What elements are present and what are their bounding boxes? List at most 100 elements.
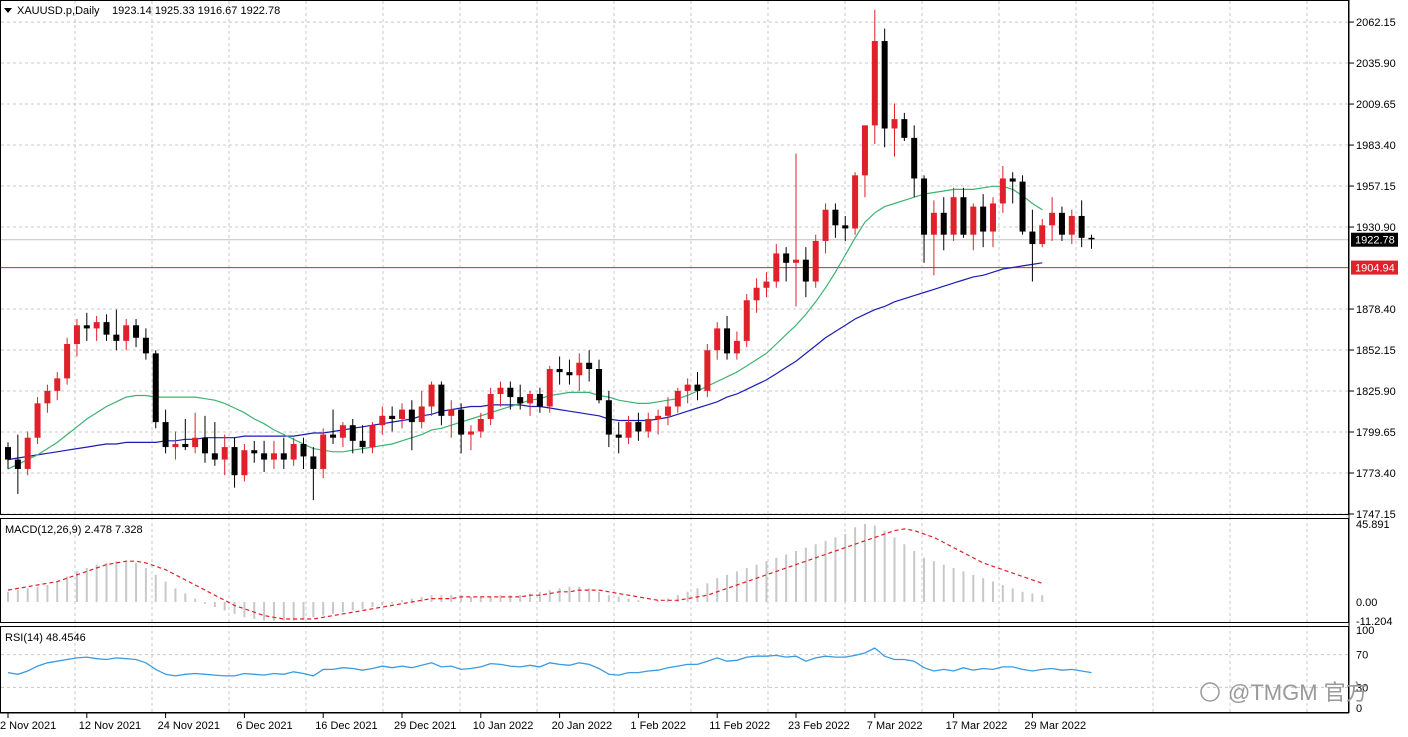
time-axis: 2 Nov 2021 12 Nov 2021 24 Nov 2021 6 Dec 20… (0, 713, 1086, 732)
candle (408, 400, 415, 451)
candle (182, 418, 189, 451)
price-panel-frame (0, 0, 1349, 515)
candle (743, 294, 750, 348)
candle (1029, 209, 1036, 282)
candle (369, 422, 376, 454)
candle (822, 203, 829, 254)
macd-signal (7, 528, 1043, 620)
candle (576, 353, 583, 391)
candle (133, 319, 140, 348)
candle (783, 247, 790, 282)
candle (960, 187, 967, 238)
trading-chart[interactable]: 2062.15 2035.90 2009.65 1983.40 1957.15 1930.… (0, 0, 1408, 737)
candle (270, 440, 277, 469)
time-tick-label: 23 Feb 2022 (788, 720, 850, 732)
candle (142, 328, 149, 360)
price-tick-label: 1799.65 (1356, 427, 1396, 439)
candle (192, 412, 199, 454)
candle (763, 272, 770, 298)
candle (645, 412, 652, 438)
candle (615, 422, 622, 454)
candle (251, 440, 258, 463)
candle (881, 28, 888, 148)
grid (1, 1, 1348, 713)
candle (901, 112, 908, 141)
candle (950, 187, 957, 241)
candle (487, 387, 494, 426)
candle (684, 378, 691, 404)
candle (546, 365, 553, 413)
candle (871, 9, 878, 145)
candle (93, 315, 100, 341)
time-tick-label: 10 Jan 2022 (473, 720, 534, 732)
candle (773, 244, 780, 288)
time-tick-label: 29 Dec 2021 (394, 720, 456, 732)
watermark-text: @TMGM 官方 (1228, 680, 1368, 705)
candle (64, 337, 71, 385)
candle (635, 412, 642, 441)
dropdown-triangle-icon[interactable] (4, 8, 12, 13)
candle (1068, 209, 1075, 245)
time-tick-label: 12 Nov 2021 (79, 720, 141, 732)
candle (152, 350, 159, 429)
candle (999, 165, 1006, 213)
current-price-label: 1922.78 (1355, 235, 1395, 247)
candle (418, 390, 425, 429)
macd-label: MACD(12,26,9) 2.478 7.328 (5, 524, 143, 536)
time-tick-label: 7 Mar 2022 (867, 720, 923, 732)
candle (527, 390, 534, 416)
time-tick-label: 29 Mar 2022 (1024, 720, 1086, 732)
time-tick-label: 17 Mar 2022 (946, 720, 1008, 732)
candle (261, 440, 268, 473)
time-tick-label: 1 Feb 2022 (630, 720, 686, 732)
macd-panel-frame (0, 518, 1349, 623)
candle (497, 381, 504, 407)
candle (211, 422, 218, 466)
macd-axis: 45.8910.00-11.204 (1356, 519, 1393, 628)
candle (54, 372, 61, 401)
candle (714, 322, 721, 360)
candle (103, 314, 110, 341)
candle (812, 234, 819, 288)
candle (566, 359, 573, 385)
candle (1088, 234, 1095, 249)
candle (14, 434, 21, 494)
candle (389, 406, 396, 432)
candle (339, 422, 346, 448)
price-tick-label: 2062.15 (1356, 17, 1396, 29)
candle (674, 387, 681, 413)
price-tick-label: 1983.40 (1356, 140, 1396, 152)
price-levels (1, 239, 1348, 269)
rsi-tick-label: 100 (1356, 625, 1374, 637)
candle (1019, 175, 1026, 235)
candle (605, 390, 612, 448)
candle (162, 409, 169, 454)
candle (290, 437, 297, 466)
candle (724, 315, 731, 360)
candle (970, 203, 977, 251)
macd-tick-label: 45.891 (1356, 519, 1390, 531)
macd-histogram (7, 523, 1044, 621)
candle (467, 425, 474, 451)
candle (1039, 219, 1046, 248)
price-tick-label: 1878.40 (1356, 304, 1396, 316)
time-tick-label: 11 Feb 2022 (709, 720, 770, 732)
candle (1049, 197, 1056, 241)
chat-bubble-icon (1200, 682, 1220, 702)
candle (330, 409, 337, 444)
candle (832, 203, 839, 238)
candle (1058, 206, 1065, 241)
candle (596, 359, 602, 404)
candle (458, 403, 465, 454)
candle (113, 309, 120, 351)
price-axis: 2062.15 2035.90 2009.65 1983.40 1957.15 1930.… (1349, 17, 1398, 521)
symbol-label: XAUUSD.p,Daily (17, 5, 100, 17)
macd-tick-label: 0.00 (1356, 597, 1377, 609)
candle (44, 384, 51, 413)
candle (911, 125, 918, 198)
rsi-tick-label: 70 (1356, 650, 1368, 662)
macd-signal-line (7, 528, 1043, 620)
time-tick-label: 6 Dec 2021 (236, 720, 292, 732)
rsi-panel-frame (0, 626, 1349, 713)
price-tick-label: 2035.90 (1356, 58, 1396, 70)
